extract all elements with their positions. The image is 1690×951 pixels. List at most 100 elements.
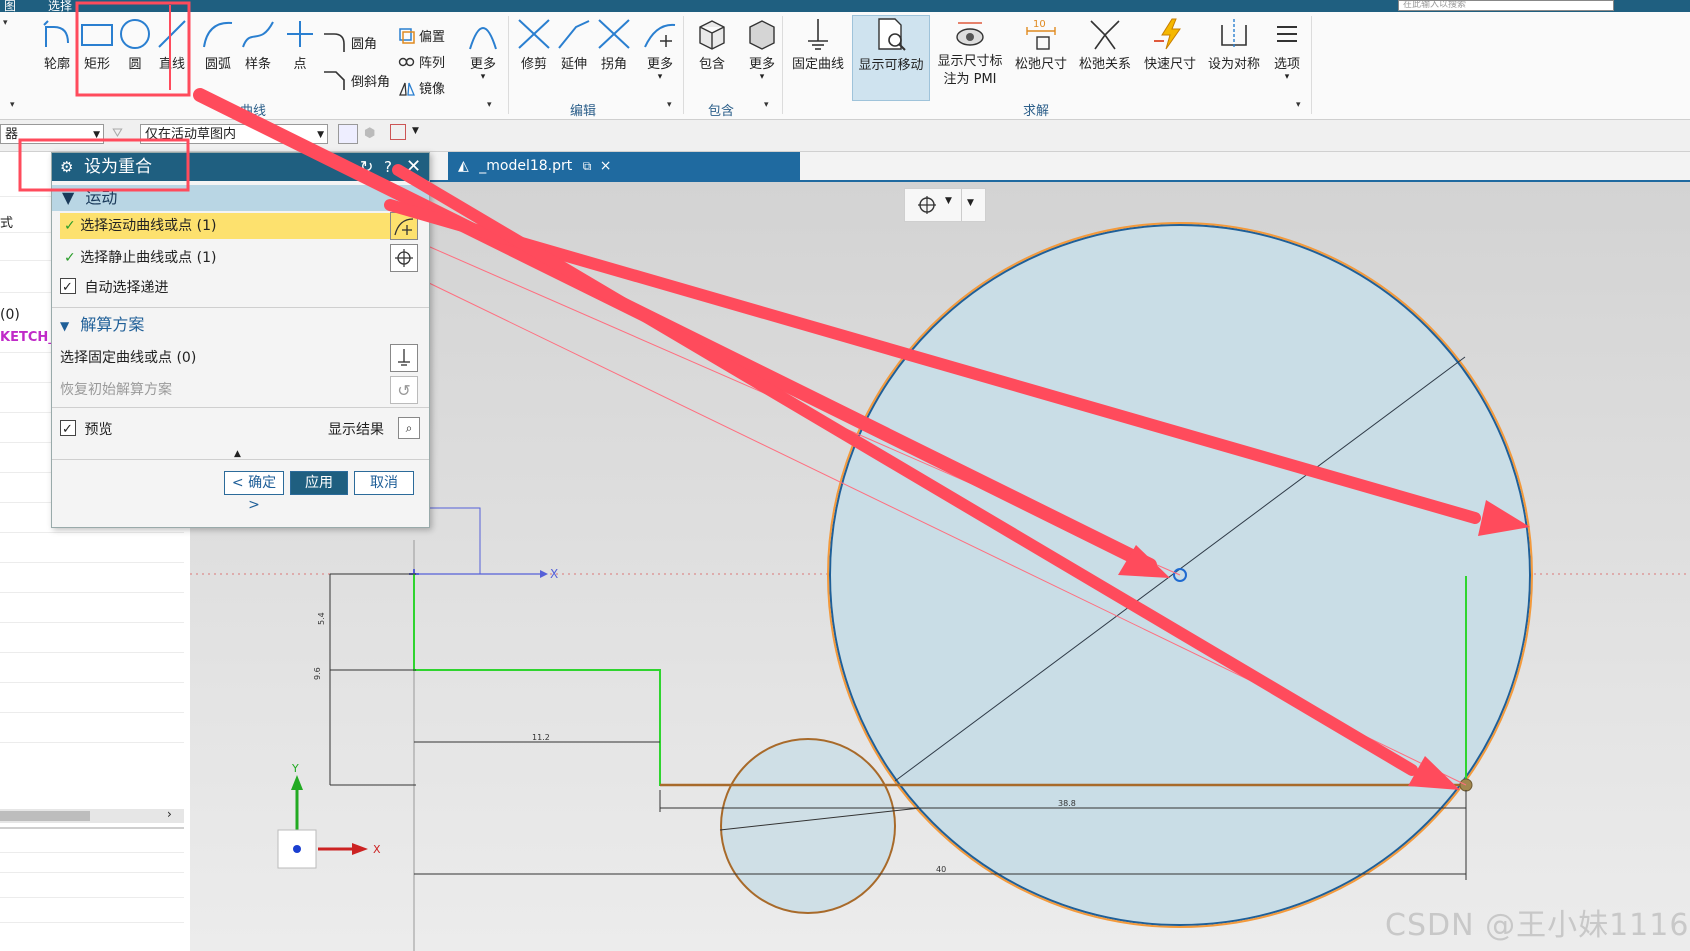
- chevron-down-icon[interactable]: ▾: [667, 100, 672, 110]
- arc-button[interactable]: 圆弧: [200, 17, 236, 72]
- chevron-down-icon[interactable]: ▾: [1296, 100, 1301, 110]
- make-symmetric-button[interactable]: 设为对称: [1208, 17, 1260, 72]
- chevron-down-icon[interactable]: ▾: [764, 100, 769, 110]
- group-label-curve: 曲线: [240, 104, 267, 119]
- pattern-button[interactable]: 阵列: [398, 52, 445, 71]
- mirror-button[interactable]: 镜像: [398, 78, 445, 97]
- corner-button[interactable]: 拐角: [596, 17, 632, 72]
- triangle-up-icon[interactable]: ▲: [234, 449, 241, 459]
- part-file-icon: ◭: [458, 158, 469, 174]
- chevron-right-icon[interactable]: ›: [167, 807, 172, 821]
- group-label-include: 包含: [708, 104, 735, 119]
- help-icon[interactable]: ?: [384, 153, 392, 181]
- line-button[interactable]: 直线: [155, 17, 189, 72]
- chevron-down-icon[interactable]: ▾: [10, 100, 15, 110]
- nav-text-fragment: 式: [0, 216, 14, 231]
- nav-sketch-item[interactable]: KETCH_: [0, 330, 55, 345]
- nav-count-fragment: (0): [0, 307, 20, 323]
- triangle-down-icon: ▼: [62, 188, 75, 207]
- relax-dimension-button[interactable]: 10 松弛尺寸: [1015, 17, 1067, 72]
- chevron-down-icon[interactable]: ▼: [412, 126, 419, 136]
- scope-dropdown[interactable]: 仅在活动草图内 ▼: [140, 124, 328, 144]
- offset-button[interactable]: 偏置: [398, 26, 445, 45]
- select-fixed-row[interactable]: 选择固定曲线或点 (0): [60, 345, 418, 371]
- point-icon: [287, 21, 313, 47]
- chamfer-icon: [324, 71, 345, 90]
- chevron-down-icon: ▼: [317, 130, 324, 140]
- fix-curve-button[interactable]: 固定曲线: [792, 17, 844, 72]
- move-curve-icon: [644, 23, 676, 48]
- offset-icon: [399, 27, 415, 44]
- select-motion-row[interactable]: ✓ 选择运动曲线或点 (1): [60, 213, 418, 239]
- chamfer-button[interactable]: 倒斜角: [322, 68, 390, 92]
- crosshair-icon: [395, 249, 413, 267]
- show-movable-button[interactable]: 显示可移动: [852, 15, 930, 101]
- rapid-dimension-button[interactable]: 快速尺寸: [1144, 17, 1196, 72]
- curve-more-button[interactable]: 更多 ▾: [466, 17, 500, 82]
- apply-button[interactable]: 应用: [290, 471, 348, 495]
- horizontal-scrollbar[interactable]: ›: [0, 807, 184, 823]
- dimension-icon: 10: [1026, 19, 1056, 50]
- select-static-row[interactable]: ✓ 选择静止曲线或点 (1): [60, 245, 418, 271]
- dialog-title: 设为重合: [84, 157, 152, 177]
- ok-button[interactable]: < 确定 >: [224, 471, 284, 513]
- point-curve-icon: [394, 218, 414, 236]
- show-result-label: 显示结果: [328, 422, 384, 438]
- close-icon[interactable]: ×: [600, 158, 612, 174]
- ribbon: ▾ ▾ 轮廓 矩形 圆 直线 圆弧 样条 点 圆角 倒斜角 偏置 阵列 镜像 更…: [0, 12, 1690, 120]
- auto-progress-checkbox[interactable]: ✓: [60, 278, 76, 295]
- preview-checkbox[interactable]: ✓: [60, 420, 76, 437]
- trim-icon: [518, 19, 550, 49]
- restore-solution-row: 恢复初始解算方案: [60, 382, 172, 398]
- ribbon-separator: [782, 16, 783, 114]
- popout-icon[interactable]: ⧉: [583, 159, 592, 173]
- restore-button[interactable]: ↺: [390, 376, 418, 404]
- pmi-icon: [956, 22, 984, 46]
- trim-button[interactable]: 修剪: [516, 17, 552, 72]
- include-more-button[interactable]: 更多 ▾: [744, 17, 780, 82]
- more-curve-icon: [469, 27, 497, 50]
- circle-button[interactable]: 圆: [118, 17, 152, 72]
- snap-point-icon[interactable]: [917, 195, 941, 219]
- section-solve-header[interactable]: ▼ 解算方案: [60, 311, 144, 335]
- magnifier-icon: ⌕: [405, 420, 413, 435]
- fixed-selector-button[interactable]: [390, 344, 418, 372]
- document-search-icon: [878, 18, 906, 51]
- show-pmi-button[interactable]: 显示尺寸标注为 PMI: [933, 17, 1007, 89]
- reset-icon[interactable]: ↻: [360, 153, 373, 181]
- auto-progress-row[interactable]: ✓ 自动选择递进: [60, 275, 418, 301]
- watermark: CSDN @王小妹1116: [1385, 908, 1690, 943]
- show-result-button[interactable]: ⌕: [398, 417, 420, 439]
- close-icon[interactable]: ✕: [406, 153, 421, 181]
- scrollbar-thumb[interactable]: [0, 811, 90, 821]
- edit-more-button[interactable]: 更多 ▾: [642, 17, 678, 82]
- motion-selector-button[interactable]: [390, 212, 418, 240]
- options-button[interactable]: 选项 ▾: [1272, 17, 1302, 82]
- spline-button[interactable]: 样条: [240, 17, 276, 72]
- snap-icon[interactable]: [390, 124, 406, 140]
- select-all-icon[interactable]: [338, 124, 358, 144]
- chevron-down-icon[interactable]: ▼: [967, 198, 974, 208]
- type-filter-dropdown[interactable]: 器 ▼: [0, 124, 104, 144]
- relax-relation-button[interactable]: 松弛关系: [1079, 17, 1131, 72]
- rectangle-button[interactable]: 矩形: [79, 17, 115, 72]
- section-motion-header[interactable]: ▼ 运动: [52, 185, 429, 211]
- chevron-down-icon[interactable]: ▾: [3, 18, 8, 28]
- cancel-button[interactable]: 取消: [354, 471, 414, 495]
- extend-button[interactable]: 延伸: [556, 17, 592, 72]
- profile-button[interactable]: 轮廓: [40, 17, 74, 72]
- chevron-down-icon[interactable]: ▾: [487, 100, 492, 110]
- rectangle-icon: [81, 24, 113, 46]
- search-input[interactable]: 在此输入以搜索: [1398, 0, 1614, 11]
- menu-lines-icon: [1277, 26, 1297, 42]
- undo-icon: ↺: [397, 380, 411, 400]
- tab-model18[interactable]: ◭ _model18.prt ⧉ ×: [448, 152, 800, 180]
- include-button[interactable]: 包含: [694, 17, 730, 72]
- cube-icon[interactable]: ⬢: [364, 126, 375, 141]
- static-selector-button[interactable]: [390, 244, 418, 272]
- filter-icon[interactable]: ⛛: [112, 126, 123, 141]
- fillet-button[interactable]: 圆角: [322, 30, 377, 54]
- point-button[interactable]: 点: [283, 17, 317, 72]
- chevron-down-icon[interactable]: ▼: [945, 196, 952, 206]
- anchor-icon: [398, 349, 410, 366]
